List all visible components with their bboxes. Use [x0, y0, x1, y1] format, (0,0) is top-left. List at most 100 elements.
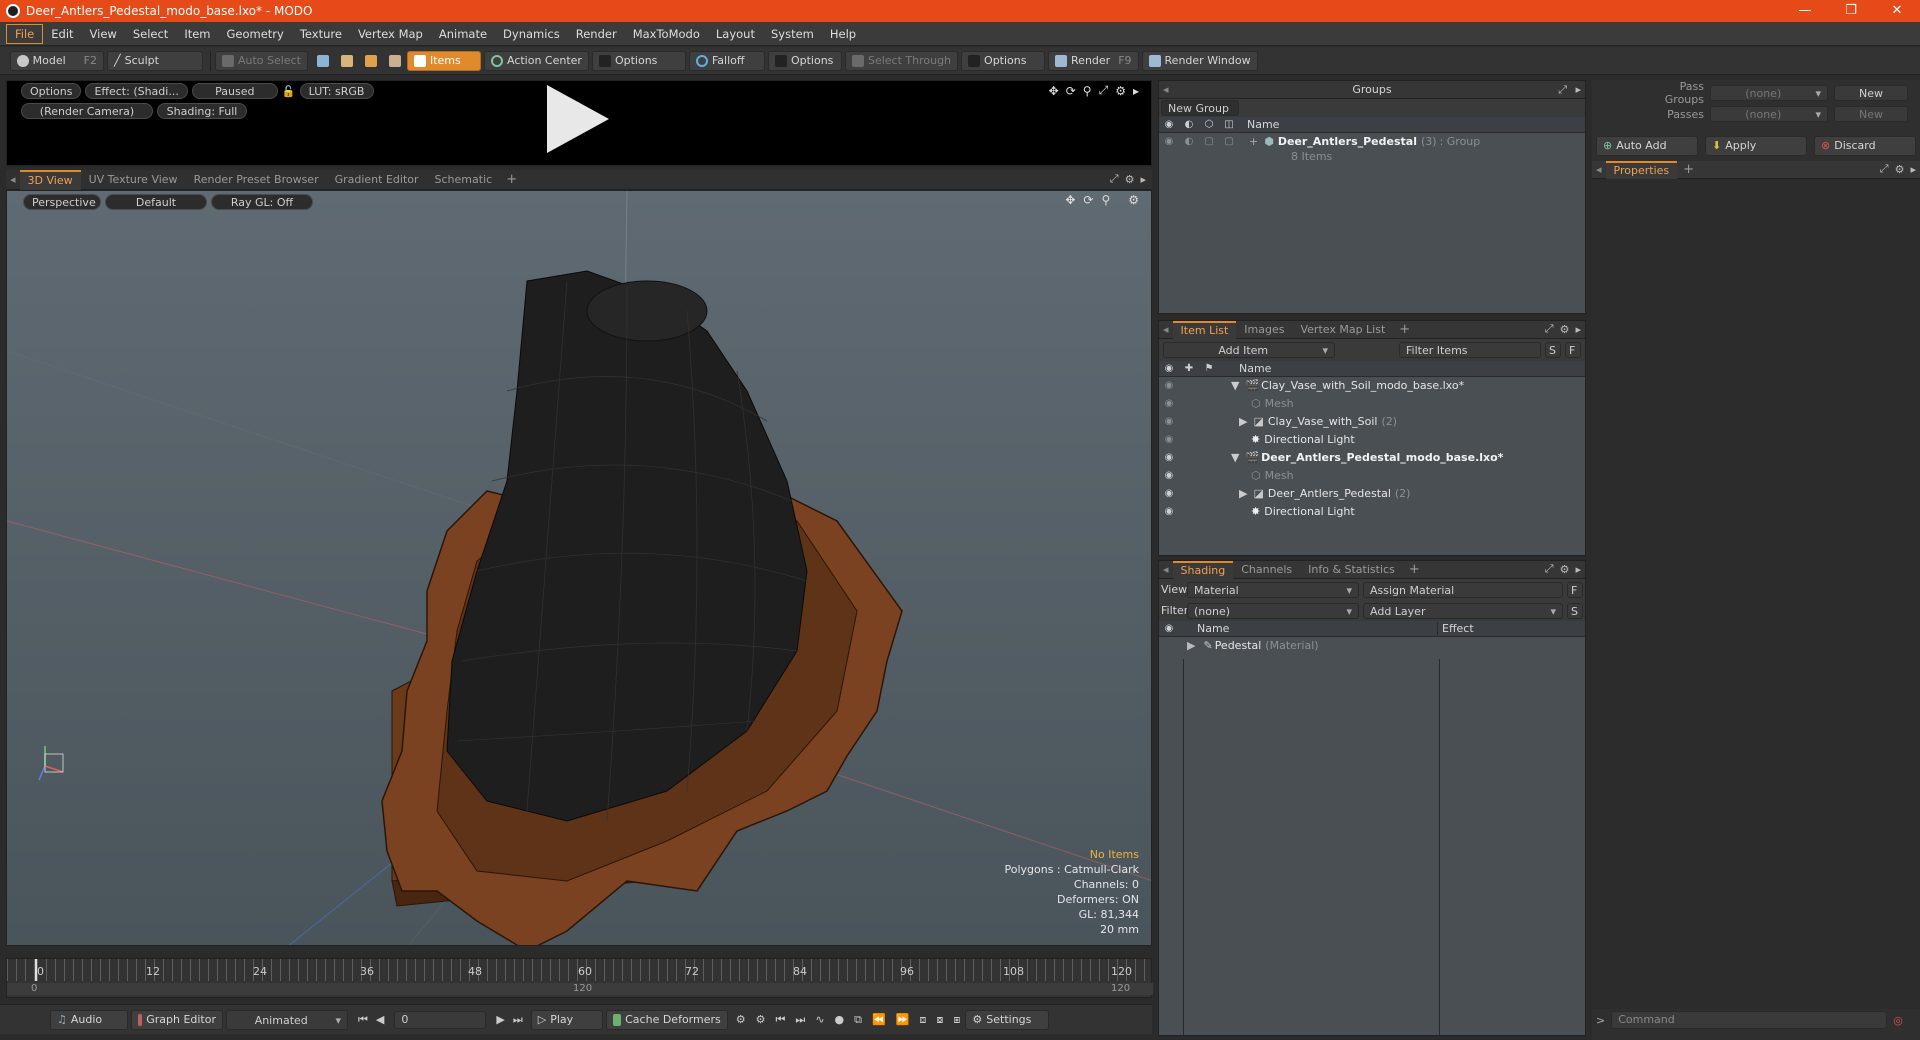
list-item[interactable]: ◉ ✸ Directional Light	[1159, 431, 1585, 449]
select-through-button[interactable]: Select Through	[844, 50, 959, 71]
list-item[interactable]: ◉ ▼ 🎬 Deer_Antlers_Pedestal_modo_base.lx…	[1159, 449, 1585, 467]
materials-mode-icon[interactable]	[388, 54, 401, 67]
material-row[interactable]: ▶ ✎ Pedestal (Material)	[1159, 637, 1585, 655]
play-button[interactable]: ▷ Play	[530, 1009, 603, 1030]
items-mode-button[interactable]: Items	[406, 50, 481, 71]
arrow-right-icon[interactable]: ▸	[1910, 163, 1916, 176]
next-frame-icon[interactable]: ▶	[496, 1013, 504, 1026]
render-toggle-icon[interactable]: ◐	[1179, 133, 1199, 151]
command-input[interactable]: Command	[1611, 1011, 1888, 1029]
falloff-options-button[interactable]: Options	[767, 50, 842, 71]
tab-shading[interactable]: Shading	[1172, 560, 1234, 579]
visibility-toggle-icon[interactable]: ◉	[1159, 449, 1179, 467]
falloff-button[interactable]: Falloff	[688, 50, 765, 71]
new-pass-group-button[interactable]: New	[1834, 85, 1908, 101]
gear-icon[interactable]: ⚙	[1128, 193, 1139, 207]
collapse-icon[interactable]: ▼	[1231, 377, 1239, 395]
zoom-icon[interactable]: ⚲	[1083, 84, 1092, 98]
minimize-button[interactable]: —	[1782, 0, 1828, 22]
rotate-icon[interactable]: ⟳	[1066, 84, 1076, 98]
new-pass-button[interactable]: New	[1834, 106, 1908, 122]
menu-system[interactable]: System	[763, 24, 822, 44]
arrow-right-icon[interactable]: ▸	[1140, 173, 1146, 186]
arrow-right-icon[interactable]: ▸	[1575, 563, 1581, 576]
key-icon[interactable]: ⚙	[736, 1013, 746, 1026]
preview-effect-dropdown[interactable]: Effect: (Shadi...	[85, 83, 188, 99]
gear-icon[interactable]: ⚙	[1895, 163, 1905, 176]
auto-select-button[interactable]: Auto Select	[215, 50, 308, 71]
expand-icon[interactable]: ▶	[1187, 637, 1195, 655]
menu-render[interactable]: Render	[568, 24, 625, 44]
menu-item[interactable]: Item	[176, 24, 218, 44]
lut-dropdown[interactable]: LUT: sRGB	[299, 83, 374, 99]
arrow-right-icon[interactable]: ▸	[1575, 83, 1581, 96]
panel-menu-icon[interactable]: ◂	[1159, 323, 1173, 336]
select-toggle-icon[interactable]: ▢	[1219, 133, 1239, 151]
render-button[interactable]: Render F9	[1048, 50, 1139, 71]
expand-icon[interactable]: +	[1249, 133, 1258, 151]
gear-icon[interactable]: ⚙	[1560, 563, 1570, 576]
settings-button[interactable]: ⚙ Settings	[965, 1009, 1050, 1030]
style-dropdown[interactable]: Default	[105, 194, 207, 210]
tab-images[interactable]: Images	[1236, 321, 1292, 339]
zoom-icon[interactable]: ⚲	[1101, 193, 1110, 207]
lock-toggle-icon[interactable]: ▢	[1199, 133, 1219, 151]
apply-button[interactable]: ⬇ Apply	[1705, 136, 1807, 156]
tab-channels[interactable]: Channels	[1233, 561, 1300, 579]
visibility-toggle-icon[interactable]: ◉	[1159, 503, 1179, 521]
menu-help[interactable]: Help	[822, 24, 864, 44]
move-icon[interactable]: ✥	[1049, 84, 1059, 98]
filter-toggle-button[interactable]: F	[1565, 342, 1581, 358]
sculpt-mode-button[interactable]: ╱ Sculpt	[107, 50, 203, 71]
action-center-button[interactable]: Action Center	[483, 50, 589, 71]
tab-vertex-map-list[interactable]: Vertex Map List	[1292, 321, 1393, 339]
ghost-icon[interactable]: ⧈	[919, 1013, 926, 1027]
fit-icon[interactable]: ⤢	[1099, 83, 1109, 98]
tab-properties[interactable]: Properties	[1605, 160, 1678, 179]
collapse-icon[interactable]: ▼	[1231, 449, 1239, 467]
add-tab-icon[interactable]: +	[1677, 162, 1700, 177]
action-center-options-button[interactable]: Options	[591, 50, 686, 71]
model-mode-button[interactable]: Model F2	[10, 50, 104, 71]
graph-editor-button[interactable]: Graph Editor	[131, 1009, 223, 1030]
preview-options-button[interactable]: Options	[21, 83, 82, 99]
menu-edit[interactable]: Edit	[43, 24, 81, 44]
maximize-panel-icon[interactable]: ⤢	[1880, 162, 1889, 176]
key-all-icon[interactable]: ⚙	[756, 1013, 766, 1026]
3d-viewport[interactable]: Perspective Default Ray GL: Off ✥ ⟳ ⚲ ⚙ …	[6, 190, 1152, 946]
auto-key-icon[interactable]: ⧉	[854, 1013, 862, 1027]
list-item[interactable]: ◉ ▶ ◪ Clay_Vase_with_Soil (2)	[1159, 413, 1585, 431]
jump-prev-icon[interactable]: ⏪	[872, 1013, 886, 1026]
arrow-right-icon[interactable]: ▸	[1575, 323, 1581, 336]
preview-shading-dropdown[interactable]: Shading: Full	[157, 103, 247, 119]
projection-dropdown[interactable]: Perspective	[23, 194, 101, 210]
list-item[interactable]: ◉ ⬡ Mesh	[1159, 395, 1585, 413]
list-item[interactable]: ◉ ▼ 🎬 Clay_Vase_with_Soil_modo_base.lxo*	[1159, 377, 1585, 395]
gear-icon[interactable]: ⚙	[1560, 323, 1570, 336]
maximize-panel-icon[interactable]: ⤢	[1545, 562, 1554, 576]
tab-uv-texture-view[interactable]: UV Texture View	[81, 170, 186, 190]
maximize-panel-icon[interactable]: ⤢	[1545, 322, 1554, 336]
move-icon[interactable]: ✥	[1065, 193, 1075, 207]
range-bar[interactable]: 0 120 120	[7, 983, 1153, 995]
onion-icon[interactable]: ⧇	[936, 1013, 943, 1027]
expand-icon[interactable]: ▶	[1239, 413, 1247, 431]
prev-frame-icon[interactable]: ◀	[376, 1013, 384, 1026]
timeline[interactable]: 0 12 24 36 48 60 72 84 96 108 120 0 120 …	[6, 958, 1153, 998]
maximize-panel-icon[interactable]: ⤢	[1558, 83, 1567, 97]
passes-dropdown[interactable]: (none)	[1710, 106, 1828, 122]
menu-maxtomodo[interactable]: MaxToModo	[625, 24, 708, 44]
panel-menu-icon[interactable]: ◂	[6, 173, 20, 186]
add-tab-icon[interactable]: +	[1393, 322, 1416, 337]
arrow-right-icon[interactable]: ▸	[1133, 84, 1139, 98]
edges-mode-icon[interactable]	[340, 54, 353, 67]
visibility-toggle-icon[interactable]: ◉	[1159, 431, 1179, 449]
search-toggle-button[interactable]: S	[1567, 602, 1583, 619]
menu-dynamics[interactable]: Dynamics	[495, 24, 568, 44]
prev-key-icon[interactable]: ⏮	[776, 1013, 786, 1027]
next-key-icon[interactable]: ⏭	[795, 1013, 805, 1027]
render-window-button[interactable]: Render Window	[1141, 50, 1258, 71]
curve-icon[interactable]: ∿	[815, 1013, 824, 1026]
visibility-toggle-icon[interactable]: ◉	[1159, 377, 1179, 395]
tab-info-statistics[interactable]: Info & Statistics	[1300, 561, 1403, 579]
